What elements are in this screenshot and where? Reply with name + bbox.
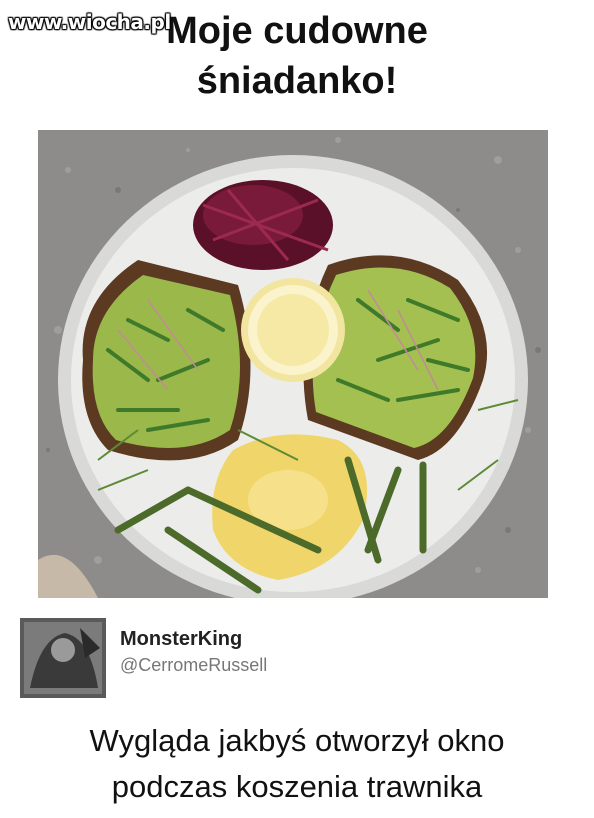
tweet-text: Wygląda jakbyś otworzył okno podczas kos… — [0, 718, 594, 810]
tweet-author-handle: @CerromeRussell — [120, 655, 268, 675]
breakfast-plate-photo — [38, 130, 548, 598]
avatar — [20, 618, 106, 698]
watermark: www.wiocha.pl — [8, 10, 171, 34]
caption-line-2: podczas koszenia trawnika — [111, 769, 483, 804]
caption-line-1: Wygląda jakbyś otworzył okno — [89, 723, 505, 758]
title-line-2: śniadanko! — [196, 60, 398, 102]
tweet-author-name: MonsterKing — [120, 628, 243, 650]
